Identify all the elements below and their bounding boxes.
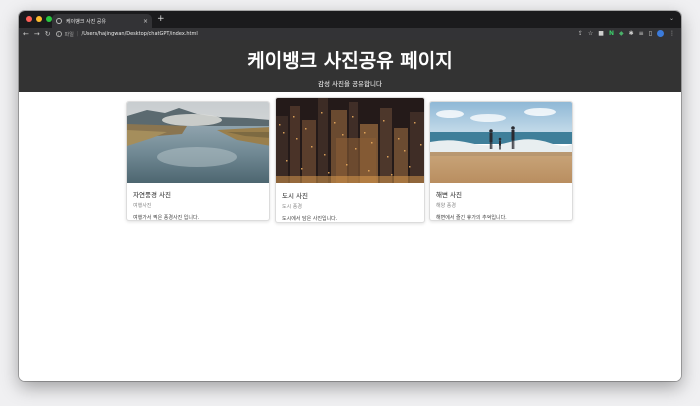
card-subtitle: 도시 풍경	[282, 204, 302, 210]
reload-icon[interactable]: ↻	[45, 30, 51, 38]
browser-toolbar: ← → ↻ i 파일 | /Users/hajingwan/Desktop/ch…	[19, 28, 681, 40]
page-content: 케이뱅크 사진공유 페이지 감성 사진을 공유합니다 자연풍경 사진 여행사진 …	[19, 40, 681, 381]
url-text[interactable]: /Users/hajingwan/Desktop/chatGPT/index.h…	[82, 31, 198, 37]
site-header: 케이뱅크 사진공유 페이지 감성 사진을 공유합니다	[19, 40, 681, 92]
page-subtitle: 감성 사진을 공유합니다	[318, 80, 382, 88]
card-title: 도시 사진	[282, 192, 308, 200]
url-scheme: 파일	[64, 31, 74, 38]
close-window-button[interactable]	[26, 16, 32, 22]
card-text: 여행가서 찍은 풍경사진 입니다.	[133, 215, 200, 221]
card-text: 도시에서 담은 사진입니다.	[282, 216, 338, 222]
forward-icon[interactable]: →	[34, 30, 40, 38]
puzzle-icon[interactable]: ✱	[629, 30, 634, 37]
new-tab-button[interactable]: +	[157, 14, 165, 24]
tab-title: 케이뱅크 사진 공유	[66, 18, 106, 25]
n-extension-icon[interactable]: N	[609, 30, 614, 37]
info-icon[interactable]: i	[55, 31, 62, 37]
globe-icon	[56, 18, 62, 24]
url-separator: |	[76, 31, 79, 37]
nature-photo	[127, 102, 269, 183]
share-icon[interactable]: ⇪	[578, 30, 583, 37]
back-icon[interactable]: ←	[23, 30, 29, 38]
card-body: 해변 사진 해양 풍경 해변에서 즐긴 휴가의 추억입니다.	[430, 183, 572, 221]
minimize-window-button[interactable]	[36, 16, 42, 22]
green-extension-icon[interactable]: ◆	[619, 30, 624, 37]
active-tab[interactable]: 케이뱅크 사진 공유 ×	[52, 14, 152, 28]
city-photo	[276, 98, 424, 183]
tab-search-icon[interactable]: ⌄	[669, 15, 674, 22]
side-panel-icon[interactable]: ▯	[649, 30, 652, 37]
card-body: 도시 사진 도시 풍경 도시에서 담은 사진입니다.	[276, 183, 424, 222]
card-subtitle: 여행사진	[133, 203, 152, 209]
reading-list-icon[interactable]: ≡	[639, 30, 644, 37]
card-title: 해변 사진	[436, 191, 462, 199]
address-bar[interactable]: i 파일 | /Users/hajingwan/Desktop/chatGPT/…	[55, 29, 617, 39]
toolbar-icons: ⇪ ☆ ■ N ◆ ✱ ≡ ▯ ⋮	[578, 30, 675, 37]
card-title: 자연풍경 사진	[133, 191, 171, 199]
photo-card-city[interactable]: 도시 사진 도시 풍경 도시에서 담은 사진입니다.	[275, 97, 425, 223]
extension-icon[interactable]: ■	[598, 30, 604, 37]
beach-photo	[430, 102, 572, 183]
window-controls	[26, 16, 52, 22]
card-subtitle: 해양 풍경	[436, 203, 456, 209]
browser-window: 케이뱅크 사진 공유 × + ⌄ ← → ↻ i 파일 | /Users/haj…	[19, 11, 681, 381]
tab-strip: 케이뱅크 사진 공유 × + ⌄	[19, 11, 681, 28]
photo-card-nature[interactable]: 자연풍경 사진 여행사진 여행가서 찍은 풍경사진 입니다.	[126, 101, 270, 221]
photo-card-beach[interactable]: 해변 사진 해양 풍경 해변에서 즐긴 휴가의 추억입니다.	[429, 101, 573, 221]
star-icon[interactable]: ☆	[588, 30, 593, 37]
card-text: 해변에서 즐긴 휴가의 추억입니다.	[436, 215, 507, 221]
profile-avatar[interactable]	[657, 30, 664, 37]
tab-close-icon[interactable]: ×	[143, 18, 148, 25]
more-icon[interactable]: ⋮	[669, 30, 675, 37]
page-title: 케이뱅크 사진공유 페이지	[247, 50, 453, 72]
card-body: 자연풍경 사진 여행사진 여행가서 찍은 풍경사진 입니다.	[127, 183, 269, 221]
